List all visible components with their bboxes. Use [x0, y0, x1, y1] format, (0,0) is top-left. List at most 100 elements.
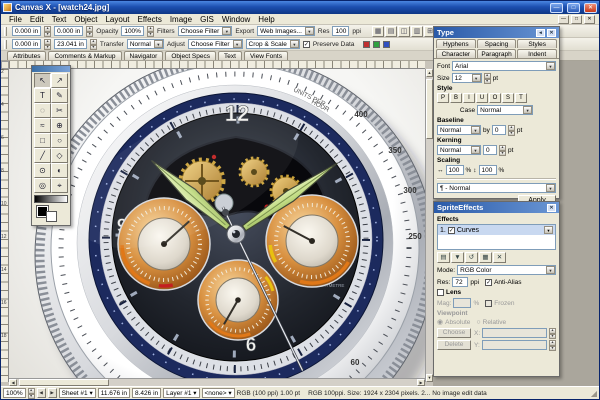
effects-list[interactable]: 1. ✓ Curves ▼	[437, 224, 556, 250]
kerning-amount-field[interactable]: 0	[483, 145, 497, 155]
style-toggle-button[interactable]: S	[502, 93, 514, 103]
kerning-stepper[interactable]: ▲ ▼	[499, 145, 506, 156]
next-page-icon[interactable]: ▶	[47, 388, 57, 398]
type-tab[interactable]: Indent	[517, 49, 558, 58]
doc-close-button[interactable]: ✕	[584, 14, 595, 24]
collapse-icon[interactable]: ◂	[536, 28, 545, 37]
rectangle-tool[interactable]: □	[34, 133, 51, 148]
select-tool[interactable]: ↖	[34, 73, 51, 88]
eyedropper-tool[interactable]: ⊙	[34, 163, 51, 178]
paragraph-style-combo[interactable]: ¶ - Normal ▼	[437, 183, 556, 193]
title-bar[interactable]: Canvas X - [watch24.jpg] — □ ✕	[1, 1, 599, 14]
type-tab[interactable]: Character	[436, 49, 476, 58]
blue-channel-swatch[interactable]	[383, 40, 391, 48]
x-stepper[interactable]: ▲ ▼	[549, 328, 556, 339]
scroll-up-icon[interactable]: ▲	[426, 69, 433, 77]
size-stepper[interactable]: ▲ ▼	[483, 73, 491, 84]
x-position-field[interactable]: 0.000 in	[12, 26, 42, 36]
chevron-down-icon[interactable]: ▼	[153, 40, 163, 48]
toolbar-button[interactable]: ▥	[411, 25, 424, 37]
menu-item[interactable]: Text	[48, 15, 71, 24]
preserve-data-checkbox[interactable]: ✓	[302, 40, 310, 48]
relative-radio[interactable]: ○	[476, 319, 480, 326]
close-button[interactable]: ✕	[584, 2, 597, 13]
vertical-scroll-thumb[interactable]	[426, 79, 433, 139]
filters-combo[interactable]: Choose Filter ▼	[177, 26, 233, 36]
chevron-down-icon[interactable]: ▼	[232, 40, 242, 48]
style-toggle-button[interactable]: T	[515, 93, 527, 103]
close-icon[interactable]: ✕	[547, 28, 556, 37]
toolbar-button[interactable]: ▦	[372, 25, 385, 37]
effect-action-button[interactable]: ↺	[465, 252, 478, 263]
chevron-down-icon[interactable]: ▼	[471, 146, 480, 154]
line-tool[interactable]: ╱	[34, 148, 51, 163]
baseline-combo[interactable]: Normal ▼	[437, 125, 481, 135]
menu-item[interactable]: Edit	[26, 15, 48, 24]
effects-list-item[interactable]: 1. ✓ Curves ▼	[438, 225, 555, 235]
chevron-down-icon[interactable]: ▼	[304, 27, 314, 35]
toolbar-grip[interactable]	[4, 26, 7, 36]
toolbar-grip[interactable]	[4, 39, 7, 49]
effect-action-button[interactable]: ▼	[451, 252, 464, 263]
style-toggle-button[interactable]: P	[437, 93, 449, 103]
curve-tool[interactable]: ≈	[34, 118, 51, 133]
toolbar-button[interactable]: ▤	[385, 25, 398, 37]
chevron-down-icon[interactable]: ▼	[546, 62, 555, 70]
text-tool[interactable]: T	[34, 88, 51, 103]
scroll-right-icon[interactable]: ▶	[417, 379, 425, 386]
doc-minimize-button[interactable]: —	[558, 14, 569, 24]
menu-item[interactable]: Layout	[101, 15, 133, 24]
lasso-tool[interactable]: ◌	[34, 103, 51, 118]
menu-item[interactable]: Object	[70, 15, 101, 24]
direct-select-tool[interactable]: ↗	[51, 73, 68, 88]
style-toggle-button[interactable]: I	[463, 93, 475, 103]
wand-tool[interactable]: ⊕	[51, 118, 68, 133]
height-stepper[interactable]: ▲ ▼	[89, 39, 97, 50]
ellipse-tool[interactable]: ○	[51, 133, 68, 148]
toolbar-button[interactable]: ◫	[398, 25, 411, 37]
menu-item[interactable]: Window	[218, 15, 254, 24]
zoom-tool[interactable]: ◎	[34, 178, 51, 193]
scroll-left-icon[interactable]: ◀	[9, 379, 17, 386]
pen-tool[interactable]: ✎	[51, 88, 68, 103]
size-combo[interactable]: 12 ▼	[451, 73, 482, 83]
opacity-field[interactable]: 100%	[121, 26, 144, 36]
scroll-down-icon[interactable]: ▼	[426, 374, 433, 382]
prev-page-icon[interactable]: ◀	[36, 388, 46, 398]
viewpoint-x-field[interactable]	[482, 328, 547, 338]
zoom-level[interactable]: 100%	[3, 388, 26, 398]
gradient-swatch[interactable]	[34, 195, 68, 203]
chevron-down-icon[interactable]: ▼	[544, 226, 553, 234]
font-combo[interactable]: Arial ▼	[452, 61, 556, 71]
menu-item[interactable]: Effects	[134, 15, 166, 24]
type-tab[interactable]: Spacing	[476, 39, 517, 48]
mag-field[interactable]	[453, 298, 472, 308]
green-channel-swatch[interactable]	[373, 40, 381, 48]
adjust-combo[interactable]: Choose Filter ▼	[187, 39, 243, 49]
fill-tool[interactable]: ◐	[51, 163, 68, 178]
palette-tab[interactable]: Navigator	[123, 51, 164, 60]
menu-item[interactable]: Image	[166, 15, 196, 24]
scaling-h-field[interactable]: 100	[445, 165, 464, 175]
mode-combo[interactable]: RGB Color ▼	[457, 265, 556, 275]
menu-item[interactable]: File	[5, 15, 26, 24]
polygon-tool[interactable]: ◇	[51, 148, 68, 163]
y-position-stepper[interactable]: ▲ ▼	[86, 26, 94, 37]
name-selector[interactable]: <none> ▾	[201, 388, 235, 398]
transfer-combo[interactable]: Normal ▼	[126, 39, 164, 49]
chevron-down-icon[interactable]: ▼	[546, 266, 555, 274]
minimize-button[interactable]: —	[550, 2, 563, 13]
crop-scale-combo[interactable]: Crop & Scale ▼	[245, 39, 300, 49]
type-tab[interactable]: Styles	[517, 39, 558, 48]
kerning-combo[interactable]: Normal ▼	[437, 145, 481, 155]
choose-button[interactable]: Choose	[437, 328, 471, 338]
palette-tab[interactable]: Object Specs	[165, 51, 217, 60]
frozen-checkbox[interactable]	[485, 299, 493, 307]
effect-action-button[interactable]: ✕	[493, 252, 506, 263]
anti-alias-checkbox[interactable]: ✓	[485, 278, 493, 286]
scaling-v-field[interactable]: 100	[478, 165, 497, 175]
menu-item[interactable]: GIS	[196, 15, 218, 24]
effect-action-button[interactable]: ▤	[437, 252, 450, 263]
chevron-down-icon[interactable]: ▼	[471, 74, 481, 82]
chevron-down-icon[interactable]: ▼	[546, 184, 555, 192]
